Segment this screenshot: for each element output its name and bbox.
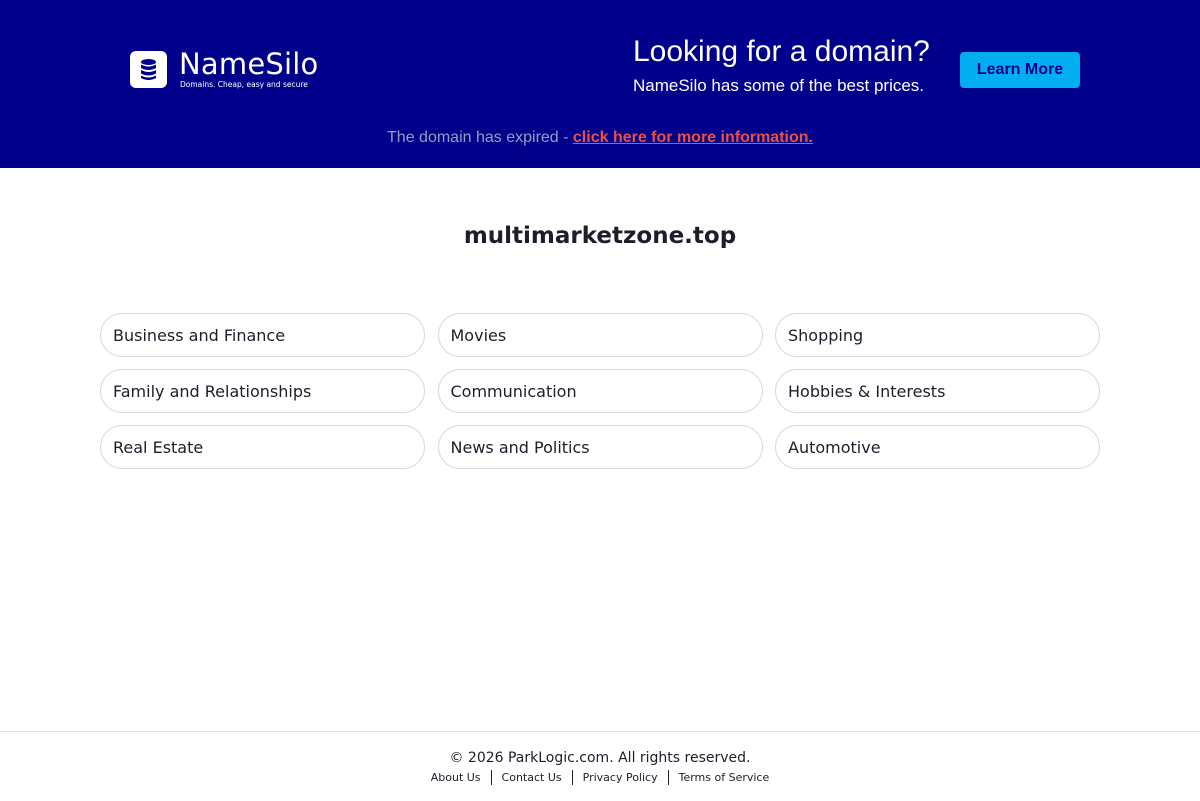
namesilo-banner: NameSilo Domains. Cheap, easy and secure… [0, 0, 1200, 168]
category-link[interactable]: Automotive [775, 425, 1100, 469]
domain-name-title: multimarketzone.top [463, 223, 737, 249]
category-link[interactable]: Movies [437, 313, 763, 357]
category-grid: Business and Finance Movies Shopping Fam… [100, 313, 1100, 469]
footer-links: About Us Contact Us Privacy Policy Terms… [0, 770, 1200, 785]
promo-title: Looking for a domain? [633, 35, 930, 68]
privacy-policy-link[interactable]: Privacy Policy [573, 771, 668, 785]
copyright-text: © 2026 ParkLogic.com. All rights reserve… [449, 750, 751, 766]
expired-text: The domain has expired - [387, 129, 573, 146]
category-link[interactable]: Hobbies & Interests [775, 369, 1100, 413]
about-us-link[interactable]: About Us [421, 771, 491, 785]
logo-tagline: Domains. Cheap, easy and secure [180, 80, 308, 89]
category-link[interactable]: Family and Relationships [100, 369, 425, 413]
more-information-link[interactable]: click here for more information. [573, 129, 813, 146]
database-stack-icon [130, 51, 167, 88]
learn-more-button[interactable]: Learn More [960, 52, 1080, 88]
logo-name: NameSilo [179, 47, 319, 81]
category-link[interactable]: Business and Finance [100, 313, 425, 357]
namesilo-logo[interactable]: NameSilo Domains. Cheap, easy and secure [130, 48, 318, 90]
category-link[interactable]: News and Politics [437, 425, 763, 469]
terms-of-service-link[interactable]: Terms of Service [669, 771, 780, 785]
category-link[interactable]: Communication [437, 369, 763, 413]
category-link[interactable]: Real Estate [100, 425, 425, 469]
footer: © 2026 ParkLogic.com. All rights reserve… [0, 731, 1200, 801]
contact-us-link[interactable]: Contact Us [492, 771, 572, 785]
expired-notice: The domain has expired - click here for … [0, 128, 1200, 148]
promo-subtitle: NameSilo has some of the best prices. [633, 76, 925, 95]
category-link[interactable]: Shopping [775, 313, 1100, 357]
